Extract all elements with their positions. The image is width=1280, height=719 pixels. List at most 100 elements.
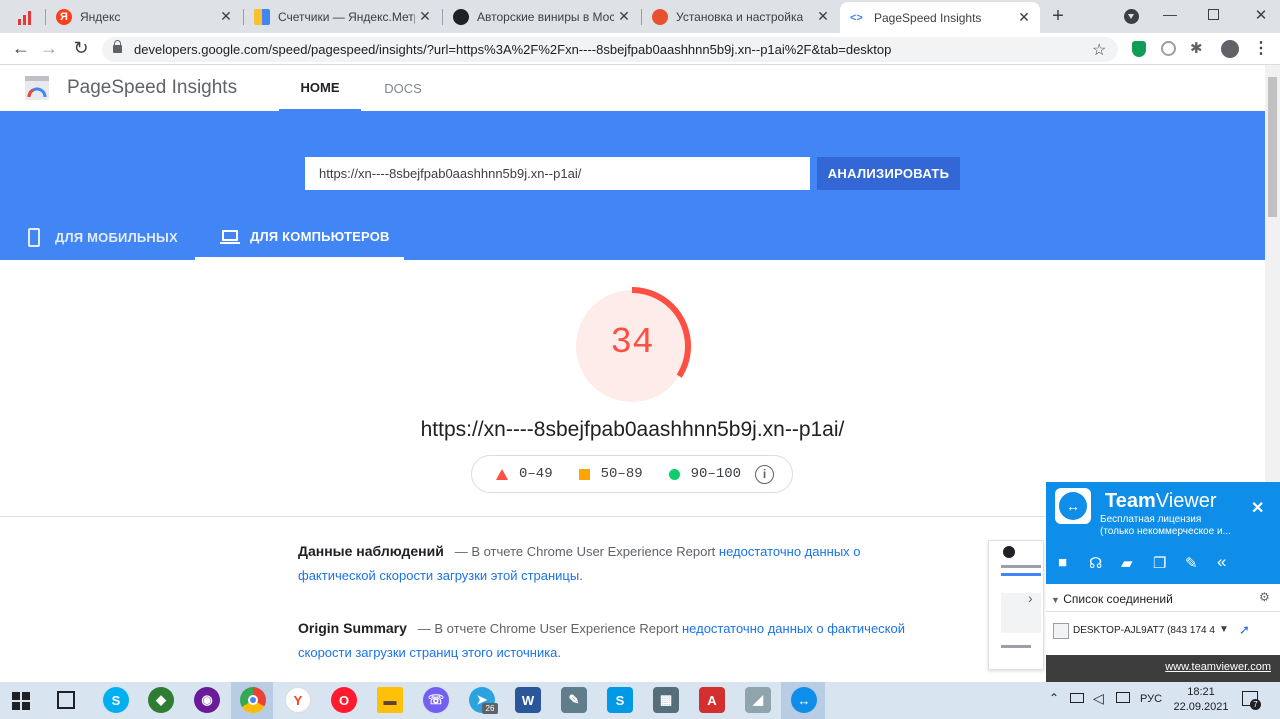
teamviewer-name: TeamViewer <box>1105 490 1217 512</box>
yandex-icon: Я <box>56 8 72 25</box>
computer-icon <box>1053 623 1069 639</box>
circle-icon <box>668 468 680 480</box>
reload-icon[interactable]: ↻ <box>70 37 92 59</box>
tab-pagespeed[interactable]: <> PageSpeed Insights ✕ <box>840 2 1040 33</box>
analyze-hero: АНАЛИЗИРОВАТЬ ДЛЯ МОБИЛЬНЫХ ДЛЯ КОМПЬЮТЕ… <box>0 111 1265 260</box>
chrome-icon[interactable] <box>240 687 266 713</box>
device-entry[interactable]: DESKTOP-AJL9AT7 (843 174 4 <box>1073 625 1215 636</box>
tab-veneers[interactable]: Авторские виниры в Москве ✕ <box>443 0 640 33</box>
volume-icon[interactable]: ◁ <box>1093 690 1104 707</box>
language-indicator[interactable]: РУС <box>1140 693 1162 705</box>
menu-kebab-icon[interactable]: ⋮ <box>1253 38 1269 58</box>
opera-icon[interactable]: O <box>331 687 357 713</box>
tab-label: Яндекс <box>80 9 121 24</box>
tab-install-setup[interactable]: Установка и настройка ✕ <box>642 0 839 33</box>
field-data-title: Данные наблюдений <box>298 543 444 559</box>
tor-icon[interactable]: ◉ <box>194 687 220 713</box>
brand-title[interactable]: PageSpeed Insights <box>67 77 237 99</box>
teamviewer-close-icon[interactable]: ✕ <box>1251 498 1264 518</box>
files-icon[interactable]: ❐ <box>1153 554 1166 572</box>
close-icon[interactable]: ✕ <box>415 8 435 25</box>
teamviewer-footer: www.teamviewer.com <box>1046 655 1280 682</box>
tab-metrics[interactable] <box>0 0 45 33</box>
collapse-icon[interactable]: « <box>1217 552 1226 572</box>
close-icon[interactable]: ✕ <box>216 8 236 25</box>
connection-list-title[interactable]: ▼ Список соединений <box>1051 592 1173 606</box>
notification-icon[interactable]: 7 <box>1242 691 1261 710</box>
notification-count: 7 <box>1250 699 1261 710</box>
nav-docs[interactable]: DOCS <box>370 65 436 111</box>
profile-avatar-icon[interactable] <box>1221 40 1239 58</box>
connect-cursor-icon[interactable]: ➚ <box>1239 622 1250 638</box>
forward-icon[interactable]: → <box>38 37 60 59</box>
back-icon[interactable]: ← <box>10 37 32 59</box>
teamviewer-panel: ↔ TeamViewer Бесплатная лицензия (только… <box>1046 482 1280 682</box>
score-gauge: 34 <box>570 284 694 408</box>
nav-home[interactable]: HOME <box>279 65 361 111</box>
editor-icon[interactable]: ✎ <box>561 687 587 713</box>
word-icon[interactable]: W <box>515 687 541 713</box>
acrobat-icon[interactable]: A <box>699 687 725 713</box>
puzzle-icon[interactable]: ✱ <box>1190 39 1203 57</box>
tab-mobile[interactable]: ДЛЯ МОБИЛЬНЫХ <box>28 215 178 260</box>
shield-extension-icon[interactable] <box>1132 41 1146 57</box>
license-line1: Бесплатная лицензия <box>1100 514 1202 525</box>
close-icon[interactable]: ✕ <box>813 8 833 25</box>
video-icon[interactable]: ■ <box>1058 554 1067 571</box>
site-favicon-icon <box>453 8 469 25</box>
minimize-icon[interactable]: — <box>1160 6 1180 26</box>
teamviewer-logo-icon: ↔ <box>1055 488 1091 524</box>
pagespeed-logo-icon <box>24 75 50 101</box>
device-dropdown-icon[interactable]: ▼ <box>1219 624 1229 635</box>
tray-chevron-up-icon[interactable]: ⌃ <box>1049 691 1059 705</box>
restore-icon[interactable] <box>1208 9 1219 20</box>
close-icon[interactable]: ✕ <box>1014 9 1034 26</box>
battery-icon[interactable] <box>1070 693 1084 703</box>
score-value: 34 <box>610 322 654 363</box>
browser-toolbar: ← → ↻ developers.google.com/speed/pagesp… <box>0 33 1280 65</box>
tab-search-icon[interactable] <box>1124 9 1139 24</box>
tab-label: Авторские виниры в Москве <box>477 9 614 24</box>
skype-icon[interactable]: S <box>103 687 129 713</box>
legend-average: 50–89 <box>578 466 643 482</box>
telegram-badge: 26 <box>482 703 498 714</box>
chevron-down-icon: ▼ <box>1051 595 1060 605</box>
field-data-section: Данные наблюдений — В отчете Chrome User… <box>298 539 918 588</box>
bookmark-star-icon[interactable]: ☆ <box>1092 40 1106 60</box>
teamviewer-link[interactable]: www.teamviewer.com <box>1165 661 1271 673</box>
scrollbar-thumb[interactable] <box>1268 77 1277 217</box>
target-extension-icon[interactable] <box>1161 41 1176 56</box>
yandex-browser-icon[interactable]: Y <box>285 687 311 713</box>
settings-gear-icon[interactable]: ⚙ <box>1259 590 1270 604</box>
app-icon[interactable]: ◢ <box>745 687 771 713</box>
new-tab-icon[interactable]: + <box>1046 5 1070 29</box>
legend-good: 90–100 <box>668 466 741 482</box>
triangle-icon <box>496 468 508 480</box>
url-input[interactable] <box>305 157 810 190</box>
site-favicon-icon <box>652 8 668 25</box>
skype-business-icon[interactable]: S <box>607 687 633 713</box>
shield-app-icon[interactable]: ◆ <box>148 687 174 713</box>
headset-icon[interactable]: ☊ <box>1089 554 1102 572</box>
file-explorer-icon[interactable]: ▬ <box>377 687 403 713</box>
viber-icon[interactable]: ☏ <box>423 687 449 713</box>
task-view-icon[interactable] <box>57 691 75 709</box>
window-close-icon[interactable]: ✕ <box>1251 6 1271 26</box>
tab-desktop[interactable]: ДЛЯ КОМПЬЮТЕРОВ <box>195 215 404 260</box>
teamviewer-taskbar-icon[interactable]: ↔ <box>791 687 817 713</box>
brush-icon[interactable]: ✎ <box>1185 554 1198 572</box>
close-icon[interactable]: ✕ <box>614 8 634 25</box>
windows-start-icon[interactable] <box>12 692 30 710</box>
legend-bad: 0–49 <box>496 466 553 482</box>
calculator-icon[interactable]: ▦ <box>653 687 679 713</box>
address-bar[interactable]: developers.google.com/speed/pagespeed/in… <box>102 37 1118 62</box>
chat-icon[interactable]: ▰ <box>1121 554 1133 572</box>
network-icon[interactable] <box>1116 692 1130 703</box>
analyzed-url: https://xn----8sbejfpab0aashhnn5b9j.xn--… <box>420 418 845 441</box>
thumbnail-next-icon[interactable]: › <box>1028 590 1042 614</box>
info-icon[interactable]: i <box>755 464 775 484</box>
tab-yandex-metrika[interactable]: Счетчики — Яндекс.Метрика ✕ <box>244 0 441 33</box>
tab-yandex[interactable]: Я Яндекс ✕ <box>46 0 242 33</box>
analyze-button[interactable]: АНАЛИЗИРОВАТЬ <box>817 157 960 190</box>
clock[interactable]: 18:21 22.09.2021 <box>1172 685 1230 715</box>
